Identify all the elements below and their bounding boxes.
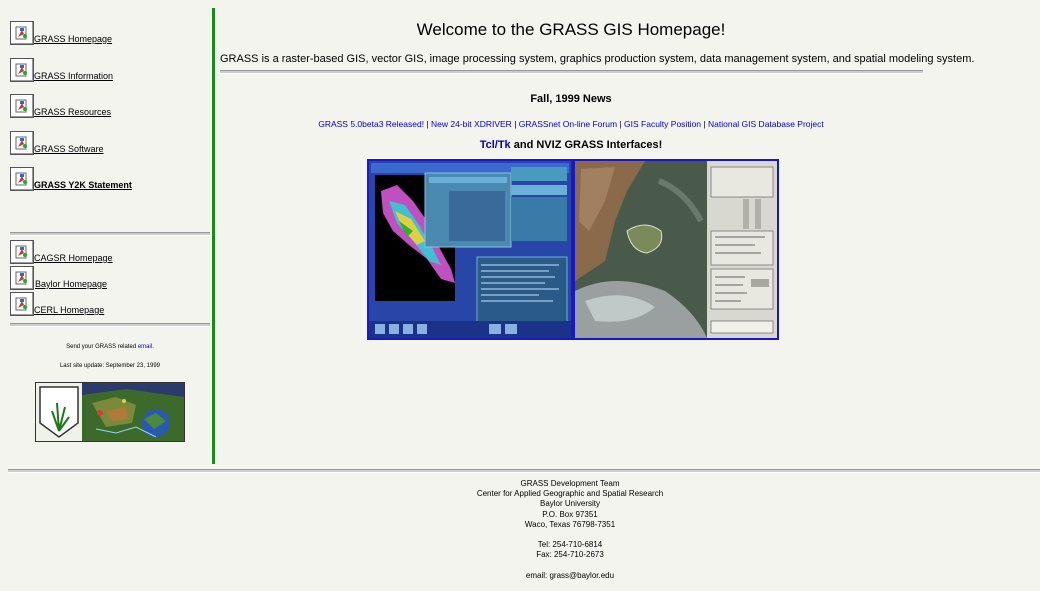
news-link-faculty-position[interactable]: GIS Faculty Position [624,119,701,129]
footer-spacer [0,530,1040,540]
footer-divider [8,469,1040,473]
nav-link-grass-resources[interactable]: GRASS Resources [34,107,111,117]
send-email-text: Send your GRASS related email. [66,344,154,350]
vertical-divider [212,8,215,464]
nav-link-cagsr-homepage[interactable]: CAGSR Homepage [34,253,113,263]
news-link-gis-database[interactable]: National GIS Database Project [708,119,824,129]
nav-divider [10,232,210,236]
news-links: GRASS 5.0beta3 Released! | New 24-bit XD… [318,119,824,129]
main-divider [220,70,923,74]
nviz-interface-screenshot[interactable] [573,159,779,340]
nav-link-grass-y2k-statement[interactable]: GRASS Y2K Statement [34,180,132,190]
footer-email[interactable]: email: grass@baylor.edu [0,571,1040,581]
broken-image-icon [10,292,34,316]
footer-center: Center for Applied Geographic and Spatia… [476,489,664,499]
footer-team: GRASS Development Team [520,479,620,488]
nav-link-grass-software[interactable]: GRASS Software [34,144,104,154]
footer-city: Waco, Texas 76798-7351 [524,519,616,529]
broken-image-icon [10,58,34,82]
news-heading: Fall, 1999 News [530,93,612,105]
nav-link-baylor-homepage[interactable]: Baylor Homepage [35,279,107,289]
footer-spacer [0,561,1040,571]
nav-divider [10,323,210,327]
intro-text: GRASS is a raster-based GIS, vector GIS,… [220,53,975,65]
broken-image-icon [10,167,34,191]
interfaces-heading: Tcl/Tk and NVIZ GRASS Interfaces! [479,139,663,151]
nav-link-cerl-homepage[interactable]: CERL Homepage [34,305,104,315]
footer-po-box: P.O. Box 97351 [542,509,598,519]
footer-university: Baylor University [539,499,600,509]
page-title: Welcome to the GRASS GIS Homepage! [416,20,726,39]
news-link-grassnet-forum[interactable]: GRASSnet On-line Forum [519,119,617,129]
grass-logo[interactable] [35,382,185,442]
news-link-xdriver[interactable]: New 24-bit XDRIVER [431,119,512,129]
broken-image-icon [10,21,34,45]
tcltk-link[interactable]: Tcl/Tk [480,139,511,151]
last-update-text: Last site update: September 23, 1999 [59,363,161,369]
left-navigation: GRASS Homepage GRASS Information GRASS R… [0,0,212,465]
footer-tel: Tel: 254-710-6814 [537,540,603,550]
nav-link-grass-information[interactable]: GRASS Information [34,71,113,81]
tcltk-interface-screenshot[interactable] [367,159,573,340]
broken-image-icon [10,240,34,264]
broken-image-icon [10,266,34,290]
broken-image-icon [10,131,34,155]
email-link[interactable]: email [138,344,152,350]
nav-link-grass-homepage[interactable]: GRASS Homepage [34,34,112,44]
footer-contact: GRASS Development Team Center for Applie… [0,479,1040,581]
footer-fax: Fax: 254-710-2673 [536,550,604,560]
broken-image-icon [10,94,34,118]
news-link-grass-beta[interactable]: GRASS 5.0beta3 Released! [318,119,424,129]
